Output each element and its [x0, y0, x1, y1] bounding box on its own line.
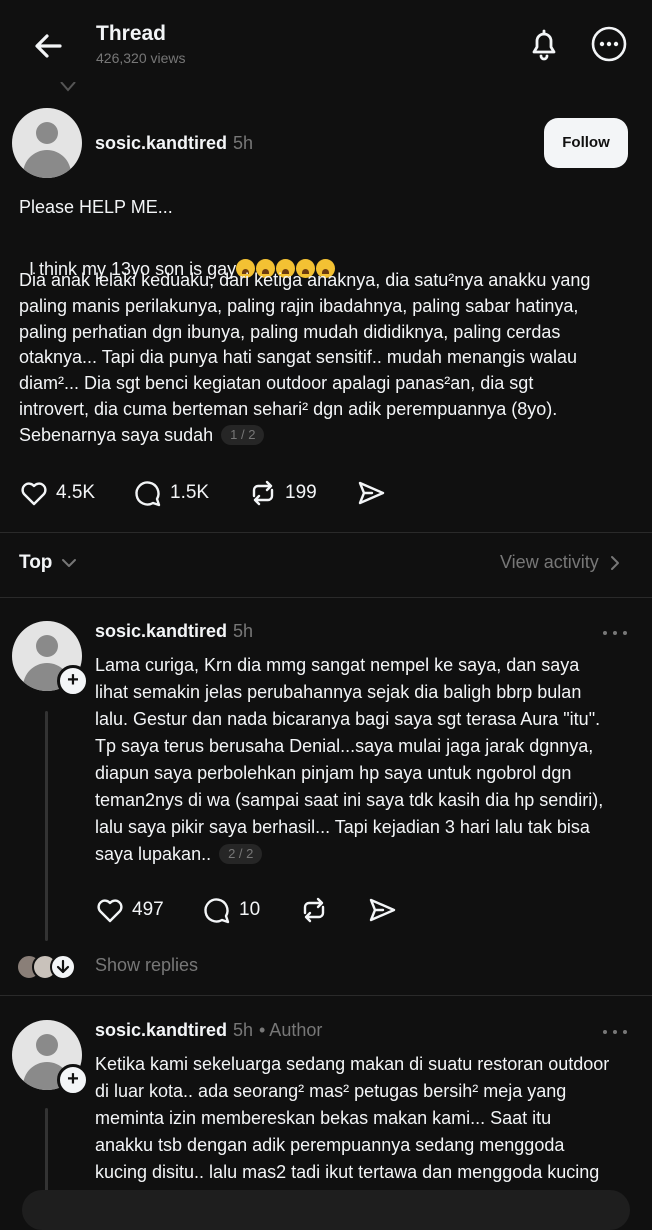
reply-body-line: saya lupakan.. 2 / 2 — [95, 842, 263, 868]
repost-count: 199 — [285, 482, 317, 503]
username[interactable]: sosic.kandtired — [95, 133, 227, 154]
more-dots-icon[interactable] — [600, 1028, 630, 1036]
like-button[interactable]: 497 — [95, 895, 164, 925]
page-indicator: 1 / 2 — [221, 425, 265, 445]
more-circle-icon[interactable] — [589, 24, 629, 64]
page-title: Thread — [96, 22, 167, 45]
reply-body-line: kucing disitu.. lalu mas2 tadi ikut tert… — [95, 1162, 600, 1182]
post-body-line: paling perhatian dgn ibunya, paling muda… — [19, 322, 561, 342]
comment-icon — [135, 481, 161, 507]
thread-connector — [45, 1108, 48, 1200]
comment-icon — [204, 898, 230, 924]
comment-count: 1.5K — [170, 482, 210, 503]
avatar-head-shape — [36, 122, 58, 144]
avatar-head-shape — [36, 635, 58, 657]
follow-plus-icon[interactable]: + — [57, 1064, 89, 1096]
repost-icon — [252, 480, 274, 506]
sort-label: Top — [19, 552, 53, 573]
arrow-down-icon — [56, 959, 70, 974]
heart-icon — [21, 482, 47, 506]
post-body-line-text: Sebenarnya saya sudah — [19, 425, 214, 445]
like-count: 4.5K — [56, 482, 96, 503]
repost-icon — [303, 897, 325, 923]
repost-button[interactable]: 199 — [248, 478, 317, 508]
heart-icon — [97, 899, 123, 923]
author-badge: • Author — [259, 1020, 323, 1040]
bell-icon[interactable] — [524, 24, 564, 64]
post-body-line: Sebenarnya saya sudah 1 / 2 — [19, 423, 265, 449]
post-time: 5h — [233, 621, 254, 641]
comment-count: 10 — [239, 899, 261, 920]
repost-button[interactable] — [299, 895, 329, 925]
avatar-body-shape — [23, 150, 71, 178]
reply-body-line: anakku tsb dengan adik perempuannya seda… — [95, 1135, 565, 1155]
divider — [0, 995, 652, 996]
post-body-line: diam²... Dia sgt benci kegiatan outdoor … — [19, 373, 534, 393]
send-icon — [358, 481, 385, 505]
share-button[interactable] — [356, 478, 386, 508]
post-body-line: otaknya... Tapi dia punya hati sangat se… — [19, 347, 578, 367]
post-body-line: paling manis perilakunya, paling rajin i… — [19, 296, 579, 316]
thread-connector — [45, 711, 48, 941]
follow-button[interactable]: Follow — [544, 118, 628, 168]
post-time: 5h — [233, 133, 254, 153]
reply-body-line: lalu saya pikir saya berhasil... Tapi ke… — [95, 817, 590, 837]
reply-body-line-text: saya lupakan.. — [95, 844, 212, 864]
post-line-1: Please HELP ME... — [19, 197, 173, 217]
expand-replies-icon[interactable] — [50, 954, 76, 980]
sort-dropdown[interactable]: Top — [19, 552, 80, 574]
follow-plus-icon[interactable]: + — [57, 665, 89, 697]
avatar-head-shape — [36, 1034, 58, 1056]
arrow-left-icon[interactable] — [28, 26, 68, 66]
post-body-line: introvert, dia cuma berteman sehari² dgn… — [19, 399, 558, 419]
reply-body-line: Tp saya terus berusaha Denial...saya mul… — [95, 736, 594, 756]
star-icon — [60, 82, 76, 92]
like-count: 497 — [132, 899, 164, 920]
send-icon — [369, 898, 396, 922]
comment-button[interactable]: 1.5K — [133, 478, 209, 508]
chevron-right-icon — [610, 555, 619, 570]
reply-composer-bar[interactable] — [22, 1190, 630, 1230]
reply-body-line: meminta izin membereskan bekas makan kam… — [95, 1108, 552, 1128]
reply-body-line: di luar kota.. ada seorang² mas² petugas… — [95, 1081, 567, 1101]
comment-button[interactable]: 10 — [202, 895, 260, 925]
reply-body-line: Ketika kami sekeluarga sedang makan di s… — [95, 1054, 610, 1074]
view-activity-link[interactable]: View activity — [500, 552, 625, 573]
divider — [0, 532, 652, 533]
show-replies-link[interactable]: Show replies — [95, 955, 198, 976]
view-activity-label: View activity — [500, 552, 599, 572]
reply-body-line: lalu. Gestur dan nada bicaranya bagi say… — [95, 709, 601, 729]
username[interactable]: sosic.kandtired — [95, 621, 227, 642]
share-button[interactable] — [367, 895, 397, 925]
like-button[interactable]: 4.5K — [19, 478, 95, 508]
divider — [0, 597, 652, 598]
reply-body-line: teman2nys di wa (sampai saat ini saya td… — [95, 790, 604, 810]
view-count: 426,320 views — [96, 50, 186, 66]
page-indicator: 2 / 2 — [219, 844, 263, 864]
post-body-line: Dia anak lelaki keduaku, dari ketiga ana… — [19, 270, 591, 290]
avatar[interactable] — [12, 108, 82, 178]
reply-body-line: lihat semakin jelas perubahannya sejak d… — [95, 682, 582, 702]
reply-body-line: Lama curiga, Krn dia mmg sangat nempel k… — [95, 655, 580, 675]
more-dots-icon[interactable] — [600, 629, 630, 637]
post-time: 5h — [233, 1020, 254, 1040]
chevron-down-icon — [62, 559, 77, 567]
username[interactable]: sosic.kandtired — [95, 1020, 227, 1041]
top-bar: Thread 426,320 views — [0, 0, 652, 88]
reply-body-line: diapun saya perbolehkan pinjam hp saya u… — [95, 763, 572, 783]
